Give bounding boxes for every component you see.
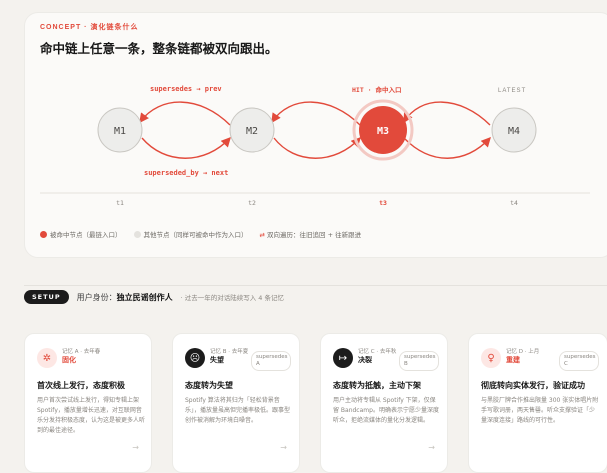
card-title: 态度转为抵触，主动下架	[333, 381, 421, 390]
card-meta-text: 记忆 D · 上月	[506, 349, 540, 355]
supersedes-tag: supersedes C	[559, 351, 599, 371]
node-m1-label: M1	[114, 126, 126, 137]
card-state: 失望	[210, 356, 224, 364]
memory-card-d[interactable]: ♀ 记忆 D · 上月 重建 supersedes C 彻底转向实体发行，验证成功…	[468, 333, 607, 473]
legend-hit-dot	[40, 231, 47, 238]
exit-icon: ↦	[333, 348, 353, 368]
arc-prev-1	[139, 101, 231, 126]
legend-bidir-label: 双向遍历：往旧追回 + 往新跟进	[267, 231, 362, 239]
memory-card-a[interactable]: ✲ 记忆 A · 去年春 固化 首次线上发行，态度积极 用户首次尝试线上发行，得知…	[24, 333, 152, 473]
card-state: 决裂	[358, 356, 372, 364]
card-title: 首次线上发行，态度积极	[37, 381, 125, 390]
arrow-right-icon: →	[280, 443, 287, 452]
supersedes-tag: supersedes A	[251, 351, 291, 371]
card-body: Spotify 算法将其归为「轻松背景音乐」，播放量虽高但完播率极低。跟事型创作…	[185, 397, 291, 424]
card-body: 用户主动将专辑从 Spotify 下架，仅保留 Bandcamp。明确表示宁愿少…	[333, 397, 439, 424]
setup-bar: SETUP 用户身份：独立民谣创作人 · 过去一年的对话陆续写入 4 条记忆	[24, 290, 284, 304]
arc-next-2	[273, 136, 361, 159]
time-t3: t3	[379, 199, 387, 207]
legend-other-label: 其他节点（同样可被命中作为入口）	[143, 231, 248, 239]
arc-next-3	[403, 136, 491, 159]
chain-diagram: supersedes → prev superseded_by → next H…	[40, 85, 590, 207]
setup-text: 用户身份：独立民谣创作人	[77, 292, 173, 303]
card-meta: 记忆 C · 去年秋 决裂	[358, 348, 400, 365]
setup-value: 独立民谣创作人	[116, 292, 173, 302]
bidir-arrow-icon: ⇄	[259, 231, 265, 239]
memory-card-b[interactable]: ☹ 记忆 B · 去年夏 失望 supersedes A 态度转为失望 Spoti…	[172, 333, 300, 473]
legend-other-dot	[133, 231, 141, 238]
frown-icon: ☹	[185, 348, 205, 368]
card-meta: 记忆 B · 去年夏 失望	[210, 348, 252, 365]
pin-icon: ♀	[481, 348, 501, 368]
legend-other: 其他节点（同样可被命中作为入口）	[133, 229, 248, 239]
card-meta-text: 记忆 C · 去年秋	[358, 349, 397, 355]
card-meta: 记忆 A · 去年春 固化	[62, 348, 104, 365]
time-t4: t4	[510, 199, 518, 207]
label-supersedes: supersedes → prev	[150, 85, 222, 93]
sparkle-icon: ✲	[37, 348, 57, 368]
arrow-right-icon: →	[132, 443, 139, 452]
time-t2: t2	[248, 199, 256, 207]
time-t1: t1	[116, 199, 124, 207]
section-divider	[24, 285, 607, 286]
node-m3-label: M3	[377, 126, 389, 137]
label-superseded-by: superseded_by → next	[144, 169, 228, 177]
label-latest: LATEST	[498, 88, 526, 94]
legend: 被命中节点（最链入口） 其他节点（同样可被命中作为入口） ⇄ 双向遍历：往旧追回…	[40, 229, 361, 239]
card-meta: 记忆 D · 上月 重建	[506, 348, 548, 365]
setup-pill: SETUP	[24, 290, 69, 304]
card-meta-text: 记忆 B · 去年夏	[210, 349, 249, 355]
arrow-right-icon: →	[428, 443, 435, 452]
card-body: 用户首次尝试线上发行，得知专辑上架 Spotify，播放量增长迅速，对互联网音乐…	[37, 397, 146, 434]
card-state: 重建	[506, 356, 520, 364]
arc-prev-2	[271, 101, 361, 126]
card-meta-text: 记忆 A · 去年春	[62, 349, 101, 355]
legend-bidir: ⇄ 双向遍历：往旧追回 + 往新跟进	[260, 229, 362, 239]
arc-next-1	[141, 136, 231, 159]
setup-note: · 过去一年的对话陆续写入 4 条记忆	[180, 294, 285, 302]
legend-hit: 被命中节点（最链入口）	[40, 229, 122, 239]
arc-prev-3	[403, 101, 491, 126]
card-title: 态度转为失望	[185, 381, 233, 390]
supersedes-tag: supersedes B	[399, 351, 439, 371]
setup-label: 用户身份：	[76, 292, 117, 302]
card-state: 固化	[62, 356, 76, 364]
node-m4-label: M4	[508, 126, 520, 137]
legend-hit-label: 被命中节点（最链入口）	[50, 231, 122, 239]
memory-card-c[interactable]: ↦ 记忆 C · 去年秋 决裂 supersedes B 态度转为抵触，主动下架 …	[320, 333, 448, 473]
card-title: 彻底转向实体发行，验证成功	[481, 381, 585, 390]
card-body: 与黑胶厂牌合作推出限量 300 张实体唱片附手写歌词册，两天售罄。听众支撑验证「…	[481, 397, 599, 424]
node-m2-label: M2	[246, 126, 258, 137]
label-hit: HIT · 命中入口	[352, 85, 401, 94]
